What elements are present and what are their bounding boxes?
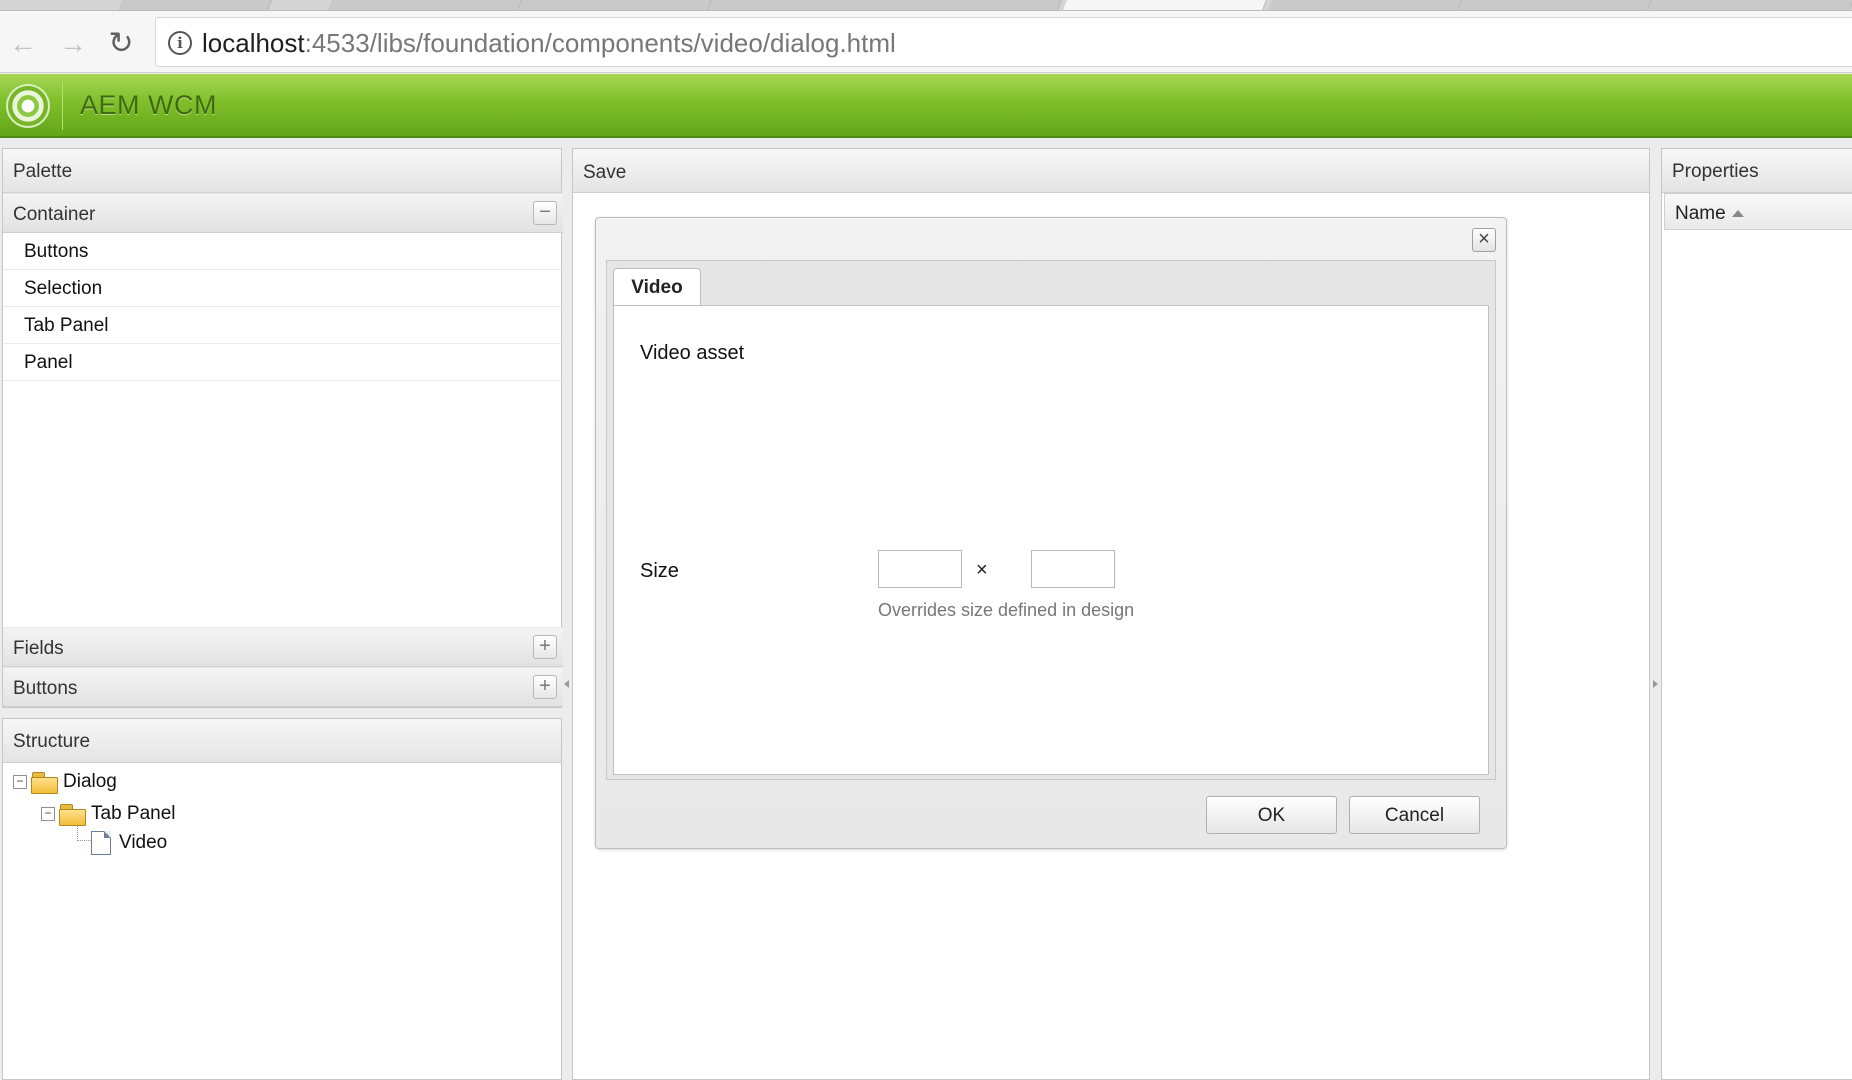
- palette-item-panel[interactable]: Panel: [3, 344, 563, 381]
- browser-tab-active[interactable]: [1063, 0, 1267, 10]
- tree-node-label: Dialog: [63, 771, 117, 792]
- save-button[interactable]: Save: [583, 162, 626, 183]
- palette-panel: Palette Container − Buttons Selection Ta…: [2, 148, 563, 708]
- collapse-icon[interactable]: −: [533, 201, 557, 225]
- palette-container-header[interactable]: Container −: [3, 193, 563, 233]
- ok-button[interactable]: OK: [1206, 796, 1337, 834]
- structure-title: Structure: [3, 719, 561, 763]
- browser-toolbar: ← → ↻ i localhost:4533/libs/foundation/c…: [0, 11, 1852, 73]
- size-separator: ×: [976, 559, 988, 581]
- palette-item-buttons[interactable]: Buttons: [3, 233, 563, 270]
- url-text[interactable]: localhost:4533/libs/foundation/component…: [202, 28, 896, 59]
- forward-arrow-icon[interactable]: →: [56, 29, 90, 59]
- document-icon: [91, 831, 111, 855]
- back-arrow-icon[interactable]: ←: [6, 29, 40, 59]
- banner-divider: [62, 82, 63, 130]
- folder-icon: [59, 804, 86, 826]
- address-bar[interactable]: i localhost:4533/libs/foundation/compone…: [155, 17, 1852, 67]
- properties-panel: Properties Name: [1661, 148, 1852, 1080]
- palette-fields-label: Fields: [13, 638, 64, 659]
- browser-tab[interactable]: [1458, 0, 1652, 10]
- aem-logo-icon: [6, 84, 50, 128]
- tree-connector: [77, 825, 91, 841]
- tree-node-label: Tab Panel: [91, 803, 176, 824]
- close-icon[interactable]: ×: [1472, 228, 1496, 252]
- browser-tab[interactable]: [518, 0, 712, 10]
- browser-tab[interactable]: [1268, 0, 1462, 10]
- browser-tab[interactable]: [328, 0, 522, 10]
- url-path: :4533/libs/foundation/components/video/d…: [304, 28, 896, 58]
- name-column-header[interactable]: Name: [1664, 193, 1852, 230]
- palette-item-tab-panel[interactable]: Tab Panel: [3, 307, 563, 344]
- tab-video-body: Video asset Size × Overrides size define…: [613, 305, 1489, 775]
- browser-tab-strip: [0, 0, 1852, 11]
- tab-video[interactable]: Video: [613, 268, 701, 306]
- tree-collapse-icon[interactable]: −: [41, 807, 55, 821]
- editor-toolbar: Save: [573, 149, 1649, 193]
- info-icon[interactable]: i: [168, 31, 192, 55]
- video-dialog: × Video Video asset Size × Overrides siz…: [595, 217, 1507, 849]
- size-width-input[interactable]: [878, 550, 962, 588]
- browser-tab[interactable]: [1648, 0, 1852, 10]
- dialog-tab-panel: Video Video asset Size × Overrides size …: [606, 260, 1496, 780]
- palette-item-selection[interactable]: Selection: [3, 270, 563, 307]
- size-label: Size: [640, 560, 679, 582]
- tree-node-tab-panel[interactable]: − Tab Panel: [41, 803, 176, 826]
- app-banner: AEM WCM: [0, 74, 1852, 138]
- app-title: AEM WCM: [80, 90, 217, 120]
- expand-icon[interactable]: +: [533, 675, 557, 699]
- palette-buttons-header[interactable]: Buttons +: [3, 667, 563, 707]
- folder-icon: [31, 772, 58, 794]
- palette-container-label: Container: [13, 204, 96, 225]
- size-height-input[interactable]: [1031, 550, 1115, 588]
- reload-icon[interactable]: ↻: [104, 29, 138, 59]
- palette-buttons-label: Buttons: [13, 678, 78, 699]
- tree-node-dialog[interactable]: − Dialog: [13, 771, 117, 794]
- tree-node-label: Video: [119, 832, 168, 853]
- expand-icon[interactable]: +: [533, 635, 557, 659]
- cancel-button[interactable]: Cancel: [1349, 796, 1480, 834]
- right-splitter-handle[interactable]: [1652, 664, 1660, 704]
- properties-title: Properties: [1662, 149, 1852, 193]
- left-splitter-handle[interactable]: [563, 664, 571, 704]
- size-hint: Overrides size defined in design: [878, 600, 1135, 620]
- video-asset-label: Video asset: [640, 342, 745, 364]
- name-column-label: Name: [1675, 203, 1726, 224]
- palette-title: Palette: [3, 149, 561, 193]
- tree-collapse-icon[interactable]: −: [13, 775, 27, 789]
- structure-panel: Structure − Dialog − Tab Panel Video: [2, 718, 562, 1080]
- browser-tab[interactable]: [118, 0, 272, 10]
- palette-fields-header[interactable]: Fields +: [3, 627, 563, 667]
- browser-tab[interactable]: [708, 0, 1062, 10]
- sort-ascending-icon: [1731, 210, 1744, 218]
- url-host: localhost: [202, 28, 305, 58]
- tree-node-video[interactable]: Video: [91, 831, 167, 855]
